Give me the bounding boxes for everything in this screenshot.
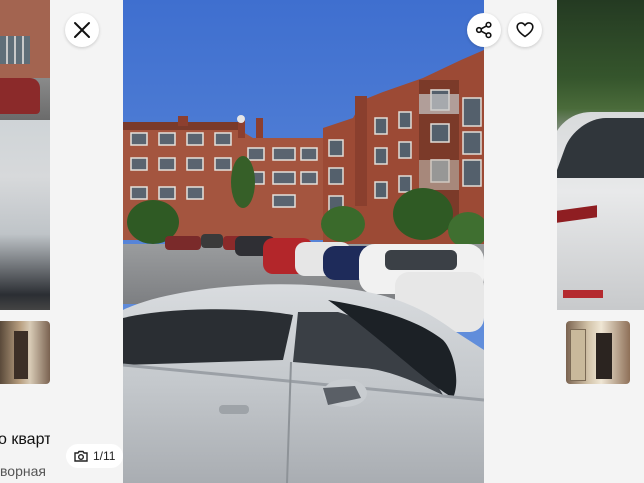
left-listing-photo [0, 0, 50, 120]
close-button[interactable] [65, 13, 99, 47]
right-listing-photo [557, 0, 644, 310]
left-listing-card[interactable]: о кварт ворная [0, 0, 50, 483]
left-listing-subtitle: ворная [0, 463, 46, 479]
right-listing-card[interactable] [557, 0, 644, 483]
camera-icon [74, 450, 88, 462]
left-listing-photo-main [0, 120, 50, 310]
photo-viewer: 1/11 [50, 0, 557, 483]
photo-counter: 1/11 [66, 444, 124, 468]
favorite-button[interactable] [508, 13, 542, 47]
right-listing-thumbnail[interactable] [566, 321, 630, 384]
left-listing-thumbnail[interactable] [0, 321, 50, 384]
share-icon [475, 21, 493, 39]
heart-icon [516, 21, 534, 39]
left-listing-title[interactable]: о кварт [0, 431, 50, 449]
photo-counter-text: 1/11 [93, 449, 116, 463]
close-icon [73, 21, 91, 39]
share-button[interactable] [467, 13, 501, 47]
listing-photo[interactable] [123, 0, 484, 483]
